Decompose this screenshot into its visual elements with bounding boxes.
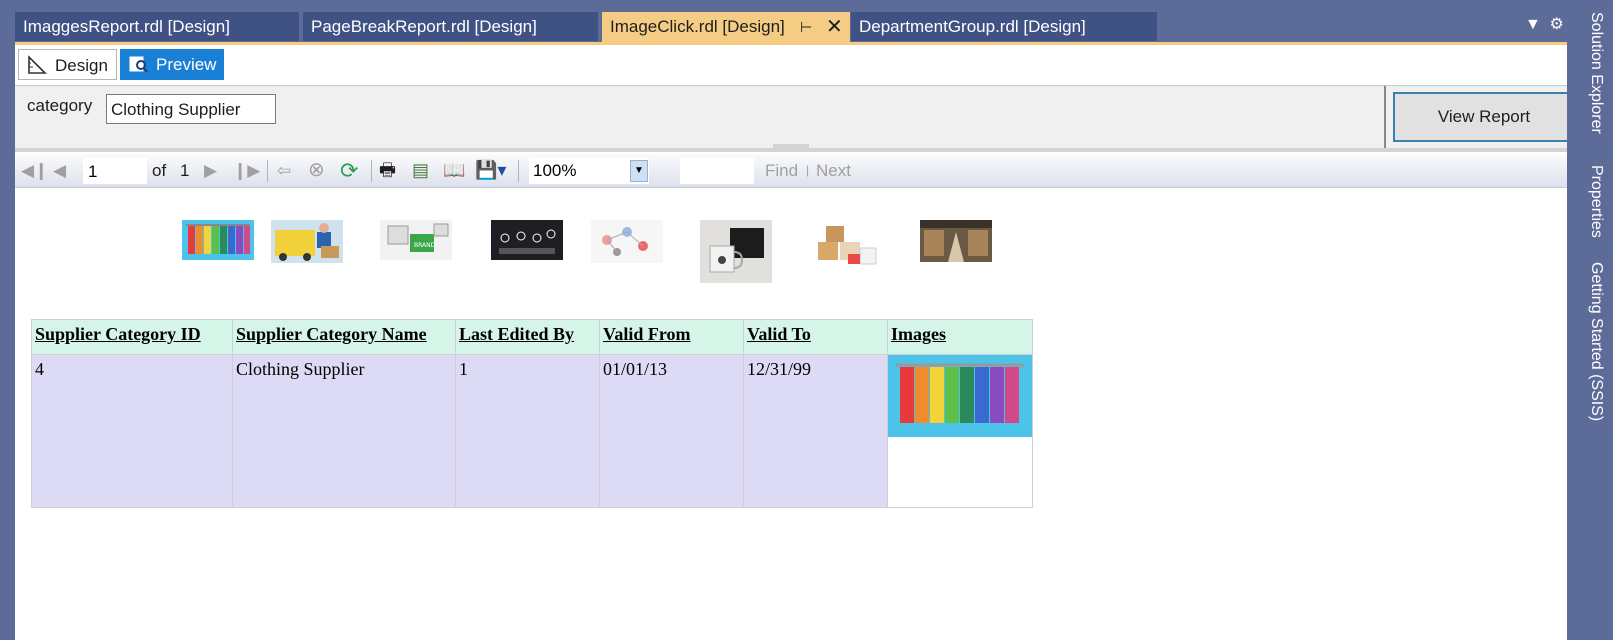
doc-tab-label: ImageClick.rdl [Design] — [610, 17, 785, 36]
properties-tab[interactable]: Properties — [1587, 165, 1605, 238]
thumbnail-packages[interactable] — [810, 220, 882, 270]
header-valid-to[interactable]: Valid To — [743, 319, 888, 355]
cell-last-edited-by: 1 — [455, 354, 600, 508]
doc-tab-label: DepartmentGroup.rdl [Design] — [859, 17, 1086, 36]
last-page-icon[interactable]: ❙▶ — [233, 154, 260, 187]
doc-tab-departmentgroup[interactable]: DepartmentGroup.rdl [Design] — [851, 12, 1157, 41]
tab-design-label: Design — [55, 56, 108, 75]
tab-preview-label: Preview — [156, 55, 217, 74]
thumbnail-social-network[interactable] — [591, 220, 663, 263]
thumbnail-warehouse[interactable] — [920, 220, 992, 262]
export-icon[interactable]: 💾▾ — [475, 154, 506, 187]
stop-icon[interactable]: ⊗ — [308, 154, 325, 187]
header-supplier-category-name[interactable]: Supplier Category Name — [232, 319, 456, 355]
header-valid-from[interactable]: Valid From — [599, 319, 744, 355]
toolbar-separator: | — [806, 163, 810, 177]
dropdown-icon[interactable]: ▼ — [1525, 16, 1545, 34]
current-page-input[interactable]: 1 — [83, 158, 147, 184]
refresh-icon[interactable]: ⟳ — [340, 154, 358, 187]
side-tool-rail: Solution Explorer Properties Getting Sta… — [1567, 0, 1613, 640]
doc-tab-label: PageBreakReport.rdl [Design] — [311, 17, 537, 36]
chevron-down-icon[interactable]: ▼ — [630, 160, 648, 182]
doc-tab-imaggesreport[interactable]: ImaggesReport.rdl [Design] — [15, 12, 299, 41]
header-last-edited-by[interactable]: Last Edited By — [455, 319, 600, 355]
header-images[interactable]: Images — [887, 319, 1033, 355]
page-setup-icon[interactable]: 📖 — [443, 154, 465, 187]
view-report-button[interactable]: View Report — [1393, 92, 1575, 142]
thumbnail-mug-and-box[interactable] — [700, 220, 772, 283]
cell-image — [887, 354, 1033, 508]
cell-supplier-category-id: 4 — [31, 354, 233, 508]
print-layout-icon[interactable]: ▤ — [412, 154, 429, 187]
toolbar-separator — [371, 160, 372, 182]
toolbar-separator — [267, 160, 268, 182]
supplier-category-table: Supplier Category ID Supplier Category N… — [31, 319, 1033, 508]
report-toolbar: ◀❙ ◀ 1 of 1 ▶ ❙▶ ⇦ ⊗ ⟳ 🖶 ▤ 📖 💾▾ 100% ▼ F… — [15, 154, 1567, 188]
cell-valid-from: 01/01/13 — [599, 354, 744, 508]
print-icon[interactable]: 🖶 — [379, 154, 396, 187]
svg-text:BRAND: BRAND — [414, 242, 436, 249]
next-page-icon[interactable]: ▶ — [204, 154, 217, 187]
gear-icon[interactable]: ⚙ — [1549, 16, 1563, 33]
back-icon[interactable]: ⇦ — [277, 154, 291, 187]
close-icon[interactable]: ✕ — [826, 12, 843, 42]
report-editor: Design Preview category Clothing Supplie… — [15, 45, 1575, 640]
total-pages: 1 — [180, 161, 190, 180]
document-tab-strip: ImaggesReport.rdl [Design] PageBreakRepo… — [15, 12, 1535, 43]
getting-started-tab[interactable]: Getting Started (SSIS) — [1587, 262, 1605, 421]
report-viewer: BRAND Supplier Category ID Supplier Cate… — [15, 188, 1567, 640]
category-param-label: category — [27, 96, 93, 115]
thumbnail-clothing-rack[interactable] — [182, 220, 254, 260]
cell-supplier-category-name: Clothing Supplier — [232, 354, 456, 508]
parameter-area: category Clothing Supplier View Report — [15, 86, 1575, 152]
solution-explorer-tab[interactable]: Solution Explorer — [1587, 12, 1605, 134]
pin-icon[interactable]: ⊢ — [800, 12, 812, 42]
tab-preview[interactable]: Preview — [120, 49, 224, 80]
doc-tab-imageclick[interactable]: ImageClick.rdl [Design] ⊢ ✕ — [602, 12, 850, 43]
previous-page-icon[interactable]: ◀ — [53, 154, 66, 187]
collapse-parameters-grip[interactable] — [773, 144, 809, 149]
of-label: of — [152, 161, 167, 180]
design-ruler-icon — [28, 55, 47, 74]
category-param-input[interactable]: Clothing Supplier — [106, 94, 276, 124]
cell-valid-to: 12/31/99 — [743, 354, 888, 508]
find-input[interactable] — [680, 158, 754, 184]
doc-tab-label: ImaggesReport.rdl [Design] — [23, 17, 230, 36]
table-header-row: Supplier Category ID Supplier Category N… — [31, 319, 1033, 355]
clothing-rack-image[interactable] — [888, 355, 1032, 437]
toolbar-separator — [518, 160, 519, 182]
find-next-button[interactable]: Next — [816, 154, 851, 187]
table-row: 4 Clothing Supplier 1 01/01/13 12/31/99 — [31, 354, 1033, 508]
tab-design[interactable]: Design — [18, 49, 117, 80]
mode-bar: Design Preview — [15, 45, 1567, 86]
thumbnail-tech-icons[interactable] — [491, 220, 563, 260]
thumbnail-delivery-courier[interactable] — [271, 220, 343, 263]
divider — [1384, 86, 1386, 148]
find-button[interactable]: Find — [765, 154, 798, 187]
header-supplier-category-id[interactable]: Supplier Category ID — [31, 319, 233, 355]
tab-overflow-controls: ▼ ⚙ — [1525, 14, 1564, 34]
preview-icon — [129, 56, 148, 73]
thumbnail-puzzle-piece[interactable]: BRAND — [380, 220, 452, 260]
first-page-icon[interactable]: ◀❙ — [21, 154, 48, 187]
doc-tab-pagebreakreport[interactable]: PageBreakReport.rdl [Design] — [303, 12, 598, 41]
